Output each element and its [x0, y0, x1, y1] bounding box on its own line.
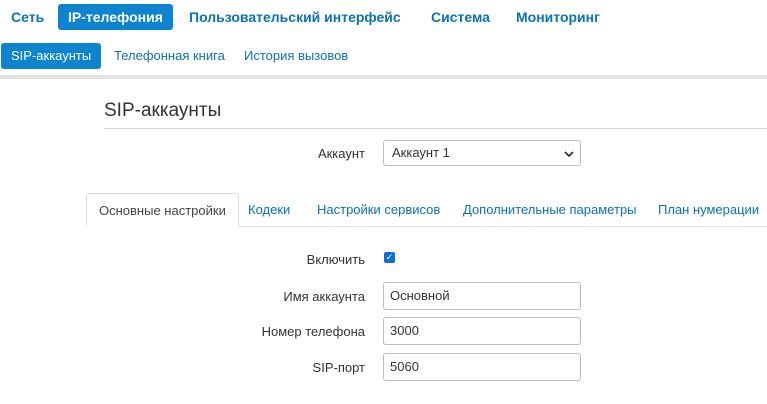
sip-port-input[interactable]: 5060 [383, 353, 581, 381]
top-nav-system[interactable]: Система [431, 4, 490, 30]
account-label: Аккаунт [317, 146, 365, 161]
tab-codecs[interactable]: Кодеки [236, 193, 302, 227]
chevron-down-icon [564, 141, 574, 165]
tab-advanced-parameters[interactable]: Дополнительные параметры [451, 193, 649, 227]
top-nav-user-interface[interactable]: Пользовательский интерфейс [189, 4, 401, 30]
enable-label: Включить [306, 252, 365, 267]
top-nav-ip-telephony[interactable]: IP-телефония [58, 4, 173, 30]
account-select-value: Аккаунт 1 [392, 145, 450, 160]
top-navigation: Сеть IP-телефония Пользовательский интер… [0, 0, 767, 36]
sub-nav-sip-accounts[interactable]: SIP-аккаунты [1, 43, 102, 69]
tab-basic-settings[interactable]: Основные настройки [86, 193, 239, 227]
sip-port-label: SIP-порт [312, 360, 365, 375]
tab-dial-plan[interactable]: План нумерации [646, 193, 767, 227]
title-divider [104, 128, 767, 129]
phone-number-input[interactable]: 3000 [383, 317, 581, 345]
top-nav-monitoring[interactable]: Мониторинг [516, 4, 600, 30]
enable-checkbox[interactable]: ✓ [384, 252, 395, 263]
check-icon: ✓ [385, 252, 394, 262]
phone-number-label: Номер телефона [261, 324, 365, 339]
settings-tabs: Основные настройки Кодеки Настройки серв… [86, 193, 767, 227]
sub-nav-call-history[interactable]: История вызовов [244, 43, 348, 69]
account-name-label: Имя аккаунта [283, 289, 365, 304]
account-name-input[interactable]: Основной [383, 282, 581, 310]
account-select[interactable]: Аккаунт 1 [383, 140, 581, 166]
page-title: SIP-аккаунты [104, 100, 222, 121]
tab-service-settings[interactable]: Настройки сервисов [305, 193, 452, 227]
sub-navigation: SIP-аккаунты Телефонная книга История вы… [0, 40, 767, 74]
nav-separator [0, 75, 767, 79]
top-nav-network[interactable]: Сеть [11, 4, 44, 30]
sub-nav-phonebook[interactable]: Телефонная книга [114, 43, 225, 69]
